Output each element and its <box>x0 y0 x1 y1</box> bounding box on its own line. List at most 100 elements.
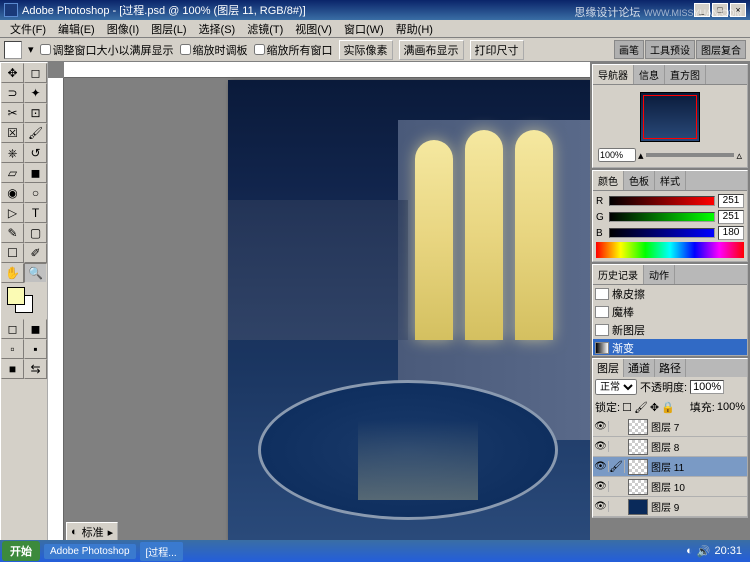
screen-mode-1-icon[interactable]: ▫ <box>1 339 24 359</box>
layer-row[interactable]: 👁🖌图层 11 <box>593 457 747 477</box>
tab-layers[interactable]: 图层 <box>593 359 624 377</box>
actual-pixels-button[interactable]: 实际像素 <box>339 40 393 60</box>
link-icon[interactable]: 🖌 <box>609 460 625 473</box>
marquee-tool[interactable]: ◻ <box>24 63 47 83</box>
system-tray[interactable]: ◐ 🔊 20:31 <box>680 545 748 558</box>
visibility-icon[interactable]: 👁 <box>593 461 609 472</box>
lock-trans-icon[interactable]: ☐ <box>622 401 632 414</box>
eyedropper-tool[interactable]: ✐ <box>24 243 47 263</box>
dodge-tool[interactable]: ○ <box>24 183 47 203</box>
tab-channels[interactable]: 通道 <box>624 359 655 377</box>
g-value[interactable]: 251 <box>718 210 744 224</box>
r-value[interactable]: 251 <box>718 194 744 208</box>
tab-brushes[interactable]: 画笔 <box>614 40 644 59</box>
wand-tool[interactable]: ✦ <box>24 83 47 103</box>
tab-navigator[interactable]: 导航器 <box>593 65 634 84</box>
menu-window[interactable]: 窗口(W) <box>338 19 390 39</box>
visibility-icon[interactable]: 👁 <box>593 501 609 512</box>
tab-paths[interactable]: 路径 <box>655 359 686 377</box>
status-menu-icon[interactable]: ▸ <box>108 526 114 539</box>
standard-mode-icon[interactable]: ◻ <box>1 319 24 339</box>
resize-window-checkbox[interactable]: 调整窗口大小以满屏显示 <box>40 42 174 58</box>
screen-mode-2-icon[interactable]: ▪ <box>24 339 47 359</box>
b-slider[interactable] <box>609 228 715 238</box>
taskbar-item[interactable]: [过程... <box>140 542 183 561</box>
menu-image[interactable]: 图像(I) <box>101 19 145 39</box>
b-value[interactable]: 180 <box>718 226 744 240</box>
visibility-icon[interactable]: 👁 <box>593 481 609 492</box>
history-item[interactable]: 橡皮擦 <box>593 285 747 303</box>
tab-tool-presets[interactable]: 工具预设 <box>645 40 695 59</box>
zoom-out-icon[interactable]: ▴ <box>638 149 644 162</box>
layer-row[interactable]: 👁图层 8 <box>593 437 747 457</box>
zoom-input[interactable] <box>598 148 636 162</box>
blend-mode-select[interactable]: 正常 <box>595 379 637 395</box>
document-canvas[interactable] <box>228 80 590 540</box>
dropdown-icon[interactable]: ▾ <box>28 43 34 56</box>
menu-file[interactable]: 文件(F) <box>4 19 52 39</box>
brush-tool[interactable]: 🖌 <box>24 123 47 143</box>
print-size-button[interactable]: 打印尺寸 <box>470 40 524 60</box>
zoom-tool[interactable]: 🔍 <box>24 263 47 283</box>
shape-tool[interactable]: ▢ <box>24 223 47 243</box>
fit-screen-button[interactable]: 满画布显示 <box>399 40 464 60</box>
stamp-tool[interactable]: ⎈ <box>1 143 24 163</box>
navigator-thumbnail[interactable] <box>640 92 700 142</box>
lock-pos-icon[interactable]: ✥ <box>650 401 659 414</box>
notes-tool[interactable]: ☐ <box>1 243 24 263</box>
imageready-icon[interactable]: ⇆ <box>24 359 47 379</box>
menu-filter[interactable]: 滤镜(T) <box>241 19 289 39</box>
tab-histogram[interactable]: 直方图 <box>665 65 706 84</box>
eraser-tool[interactable]: ▱ <box>1 163 24 183</box>
tool-preview-icon[interactable] <box>4 41 22 59</box>
history-item[interactable]: 魔棒 <box>593 303 747 321</box>
taskbar-item[interactable]: Adobe Photoshop <box>44 544 136 559</box>
gradient-tool[interactable]: ◼ <box>24 163 47 183</box>
slice-tool[interactable]: ⊡ <box>24 103 47 123</box>
tab-layer-comps[interactable]: 图层复合 <box>696 40 746 59</box>
blur-tool[interactable]: ◉ <box>1 183 24 203</box>
zoom-all-checkbox[interactable]: 缩放所有窗口 <box>254 42 333 58</box>
layer-row[interactable]: 👁图层 9 <box>593 497 747 517</box>
zoom-in-icon[interactable]: ▵ <box>736 149 742 162</box>
type-tool[interactable]: T <box>24 203 47 223</box>
tab-swatches[interactable]: 色板 <box>624 171 655 190</box>
lasso-tool[interactable]: ⊃ <box>1 83 24 103</box>
foreground-color-swatch[interactable] <box>7 287 25 305</box>
move-tool[interactable]: ✥ <box>1 63 24 83</box>
visibility-icon[interactable]: 👁 <box>593 421 609 432</box>
lock-all-icon[interactable]: 🔒 <box>661 401 675 414</box>
menu-edit[interactable]: 编辑(E) <box>52 19 101 39</box>
tray-icon[interactable]: ◐ <box>686 545 693 557</box>
r-slider[interactable] <box>609 196 715 206</box>
ruler-vertical[interactable] <box>48 78 64 542</box>
menu-view[interactable]: 视图(V) <box>289 19 338 39</box>
visibility-icon[interactable]: 👁 <box>593 441 609 452</box>
screen-mode-3-icon[interactable]: ■ <box>1 359 24 379</box>
tab-history[interactable]: 历史记录 <box>593 265 644 284</box>
zoom-slider[interactable] <box>646 153 735 157</box>
menu-help[interactable]: 帮助(H) <box>390 19 439 39</box>
tab-color[interactable]: 颜色 <box>593 171 624 190</box>
hand-tool[interactable]: ✋ <box>1 263 24 283</box>
ruler-horizontal[interactable] <box>64 62 590 78</box>
history-item[interactable]: 新图层 <box>593 321 747 339</box>
quickmask-mode-icon[interactable]: ◼ <box>24 319 47 339</box>
tab-info[interactable]: 信息 <box>634 65 665 84</box>
tray-icon[interactable]: 🔊 <box>697 545 711 558</box>
history-brush-tool[interactable]: ↺ <box>24 143 47 163</box>
start-button[interactable]: 开始 <box>2 541 40 561</box>
layer-row[interactable]: 👁图层 10 <box>593 477 747 497</box>
path-tool[interactable]: ▷ <box>1 203 24 223</box>
lock-paint-icon[interactable]: 🖌 <box>634 401 648 414</box>
crop-tool[interactable]: ✂ <box>1 103 24 123</box>
pen-tool[interactable]: ✎ <box>1 223 24 243</box>
tab-styles[interactable]: 样式 <box>655 171 686 190</box>
history-item[interactable]: 渐变 <box>593 339 747 355</box>
menu-select[interactable]: 选择(S) <box>193 19 242 39</box>
menu-layer[interactable]: 图层(L) <box>145 19 192 39</box>
opacity-value[interactable]: 100% <box>690 380 724 394</box>
g-slider[interactable] <box>609 212 715 222</box>
color-spectrum[interactable] <box>596 242 744 258</box>
layer-row[interactable]: 👁图层 7 <box>593 417 747 437</box>
